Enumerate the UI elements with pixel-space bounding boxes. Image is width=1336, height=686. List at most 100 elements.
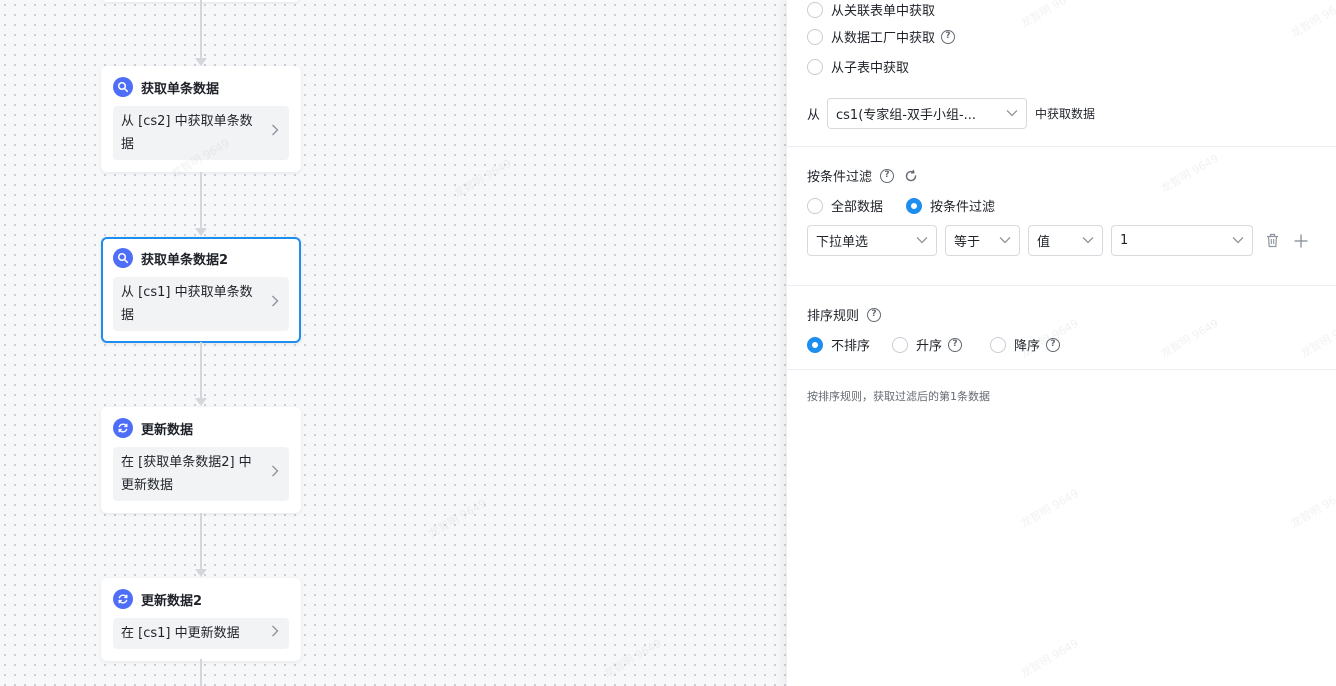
help-icon[interactable]: ? [941,29,956,44]
filter-field-select[interactable]: 下拉单选 [807,225,937,256]
radio-button[interactable] [807,1,823,18]
node-description[interactable]: 在 [cs1] 中更新数据 [113,618,289,649]
select-value: 等于 [954,235,981,250]
radio-sort-none[interactable]: 不排序 [807,335,870,354]
connector-arrow [195,228,207,236]
radio-sort-descending[interactable]: 降序 ? [990,335,1061,354]
radio-label: 全部数据 [831,200,884,215]
help-icon[interactable]: ? [1046,337,1061,352]
radio-button[interactable] [807,197,823,214]
refresh-icon [113,418,133,438]
node-title: 获取单条数据 [141,81,220,97]
connector-arrow [195,58,207,66]
node-config-panel: 从关联表单中获取 从数据工厂中获取 ? 从子表中获取 从 cs1(专家组-双手小… [787,0,1336,686]
node-description-text: 在 [cs1] 中更新数据 [121,626,240,641]
sort-title-text: 排序规则 [807,309,860,324]
radio-source-linked-form[interactable]: 从关联表单中获取 [807,0,935,19]
help-icon[interactable]: ? [880,168,895,183]
node-title: 更新数据 [141,422,194,438]
select-value: 1 [1120,233,1129,248]
radio-filter-by-condition[interactable]: 按条件过滤 [906,196,995,215]
select-value: cs1(专家组-双手小组-... [836,108,977,123]
connector-arrow [195,398,207,406]
node-description[interactable]: 从 [cs2] 中获取单条数据 [113,106,289,160]
radio-source-data-factory[interactable]: 从数据工厂中获取 ? [807,27,956,46]
radio-label: 从数据工厂中获取 [831,31,936,46]
node-description-text: 从 [cs1] 中获取单条数据 [121,285,253,323]
connector-line [200,172,202,230]
radio-source-subtable[interactable]: 从子表中获取 [807,57,909,76]
reset-icon[interactable] [904,169,918,183]
connector-line [200,659,202,686]
watermark: 龙智明 9649 [601,636,664,681]
node-title: 更新数据2 [141,593,203,609]
watermark: 龙智明 9649 [1288,486,1336,531]
connector-line [200,0,202,58]
divider [787,285,1336,286]
flow-canvas[interactable]: 获取单条数据 从 [cs2] 中获取单条数据 获取单条数据2 从 [cs1] 中… [0,0,787,686]
chevron-right-icon [271,463,279,486]
radio-label: 升序 [916,339,943,354]
flow-node-update-data[interactable]: 更新数据 在 [获取单条数据2] 中更新数据 [101,407,301,513]
connector-line [200,342,202,400]
flow-node-get-single-data-2[interactable]: 获取单条数据2 从 [cs1] 中获取单条数据 [101,237,301,343]
help-icon[interactable]: ? [948,337,963,352]
watermark: 龙智明 9649 [451,156,514,201]
chevron-right-icon [271,293,279,316]
node-description[interactable]: 在 [获取单条数据2] 中更新数据 [113,447,289,501]
radio-button[interactable] [807,28,823,45]
chevron-right-icon [271,622,279,645]
radio-button[interactable] [990,336,1006,353]
radio-label: 降序 [1014,339,1041,354]
radio-label: 从子表中获取 [831,61,910,76]
filter-value-type-select[interactable]: 值 [1028,225,1103,256]
divider [787,369,1336,370]
radio-sort-ascending[interactable]: 升序 ? [892,335,963,354]
flow-node-get-single-data[interactable]: 获取单条数据 从 [cs2] 中获取单条数据 [101,66,301,172]
node-description-text: 从 [cs2] 中获取单条数据 [121,114,253,152]
source-table-select[interactable]: cs1(专家组-双手小组-... [827,98,1027,129]
node-title: 获取单条数据2 [141,252,229,268]
chevron-down-icon [999,233,1011,248]
select-value: 值 [1037,235,1051,250]
radio-button[interactable] [807,336,823,353]
connector-arrow [195,569,207,577]
radio-label: 按条件过滤 [930,200,996,215]
select-value: 下拉单选 [816,235,869,250]
node-description[interactable]: 从 [cs1] 中获取单条数据 [113,277,289,331]
help-icon[interactable]: ? [867,307,882,322]
watermark: 龙智明 9649 [1298,316,1336,361]
watermark: 龙智明 9649 [1158,151,1221,196]
radio-label: 不排序 [831,339,871,354]
node-description-text: 在 [获取单条数据2] 中更新数据 [121,455,252,493]
filter-value-select[interactable]: 1 [1111,225,1253,256]
chevron-down-icon [1006,106,1018,121]
trash-icon[interactable] [1266,233,1279,252]
search-icon [113,77,133,97]
filter-operator-select[interactable]: 等于 [945,225,1020,256]
radio-label: 从关联表单中获取 [831,4,936,19]
filter-section-title: 按条件过滤 ? [807,166,918,185]
from-suffix-label: 中获取数据 [1035,107,1096,121]
radio-button[interactable] [892,336,908,353]
watermark: 龙智明 9649 [1018,636,1081,681]
chevron-right-icon [271,122,279,145]
add-condition-icon[interactable] [1294,233,1308,252]
sort-hint-text: 按排序规则，获取过滤后的第1条数据 [807,390,990,403]
search-icon [113,248,133,268]
radio-filter-all-data[interactable]: 全部数据 [807,196,883,215]
divider [787,146,1336,147]
refresh-icon [113,589,133,609]
sort-section-title: 排序规则 ? [807,305,882,324]
from-prefix-label: 从 [807,108,821,123]
radio-button[interactable] [906,197,922,214]
chevron-down-icon [1082,233,1094,248]
connector-line [200,513,202,571]
chevron-down-icon [1232,233,1244,248]
chevron-down-icon [916,233,928,248]
watermark: 龙智明 9649 [1018,486,1081,531]
flow-node-update-data-2[interactable]: 更新数据2 在 [cs1] 中更新数据 [101,578,301,661]
watermark: 龙智明 9649 [426,496,489,541]
filter-title-text: 按条件过滤 [807,170,873,185]
radio-button[interactable] [807,58,823,75]
